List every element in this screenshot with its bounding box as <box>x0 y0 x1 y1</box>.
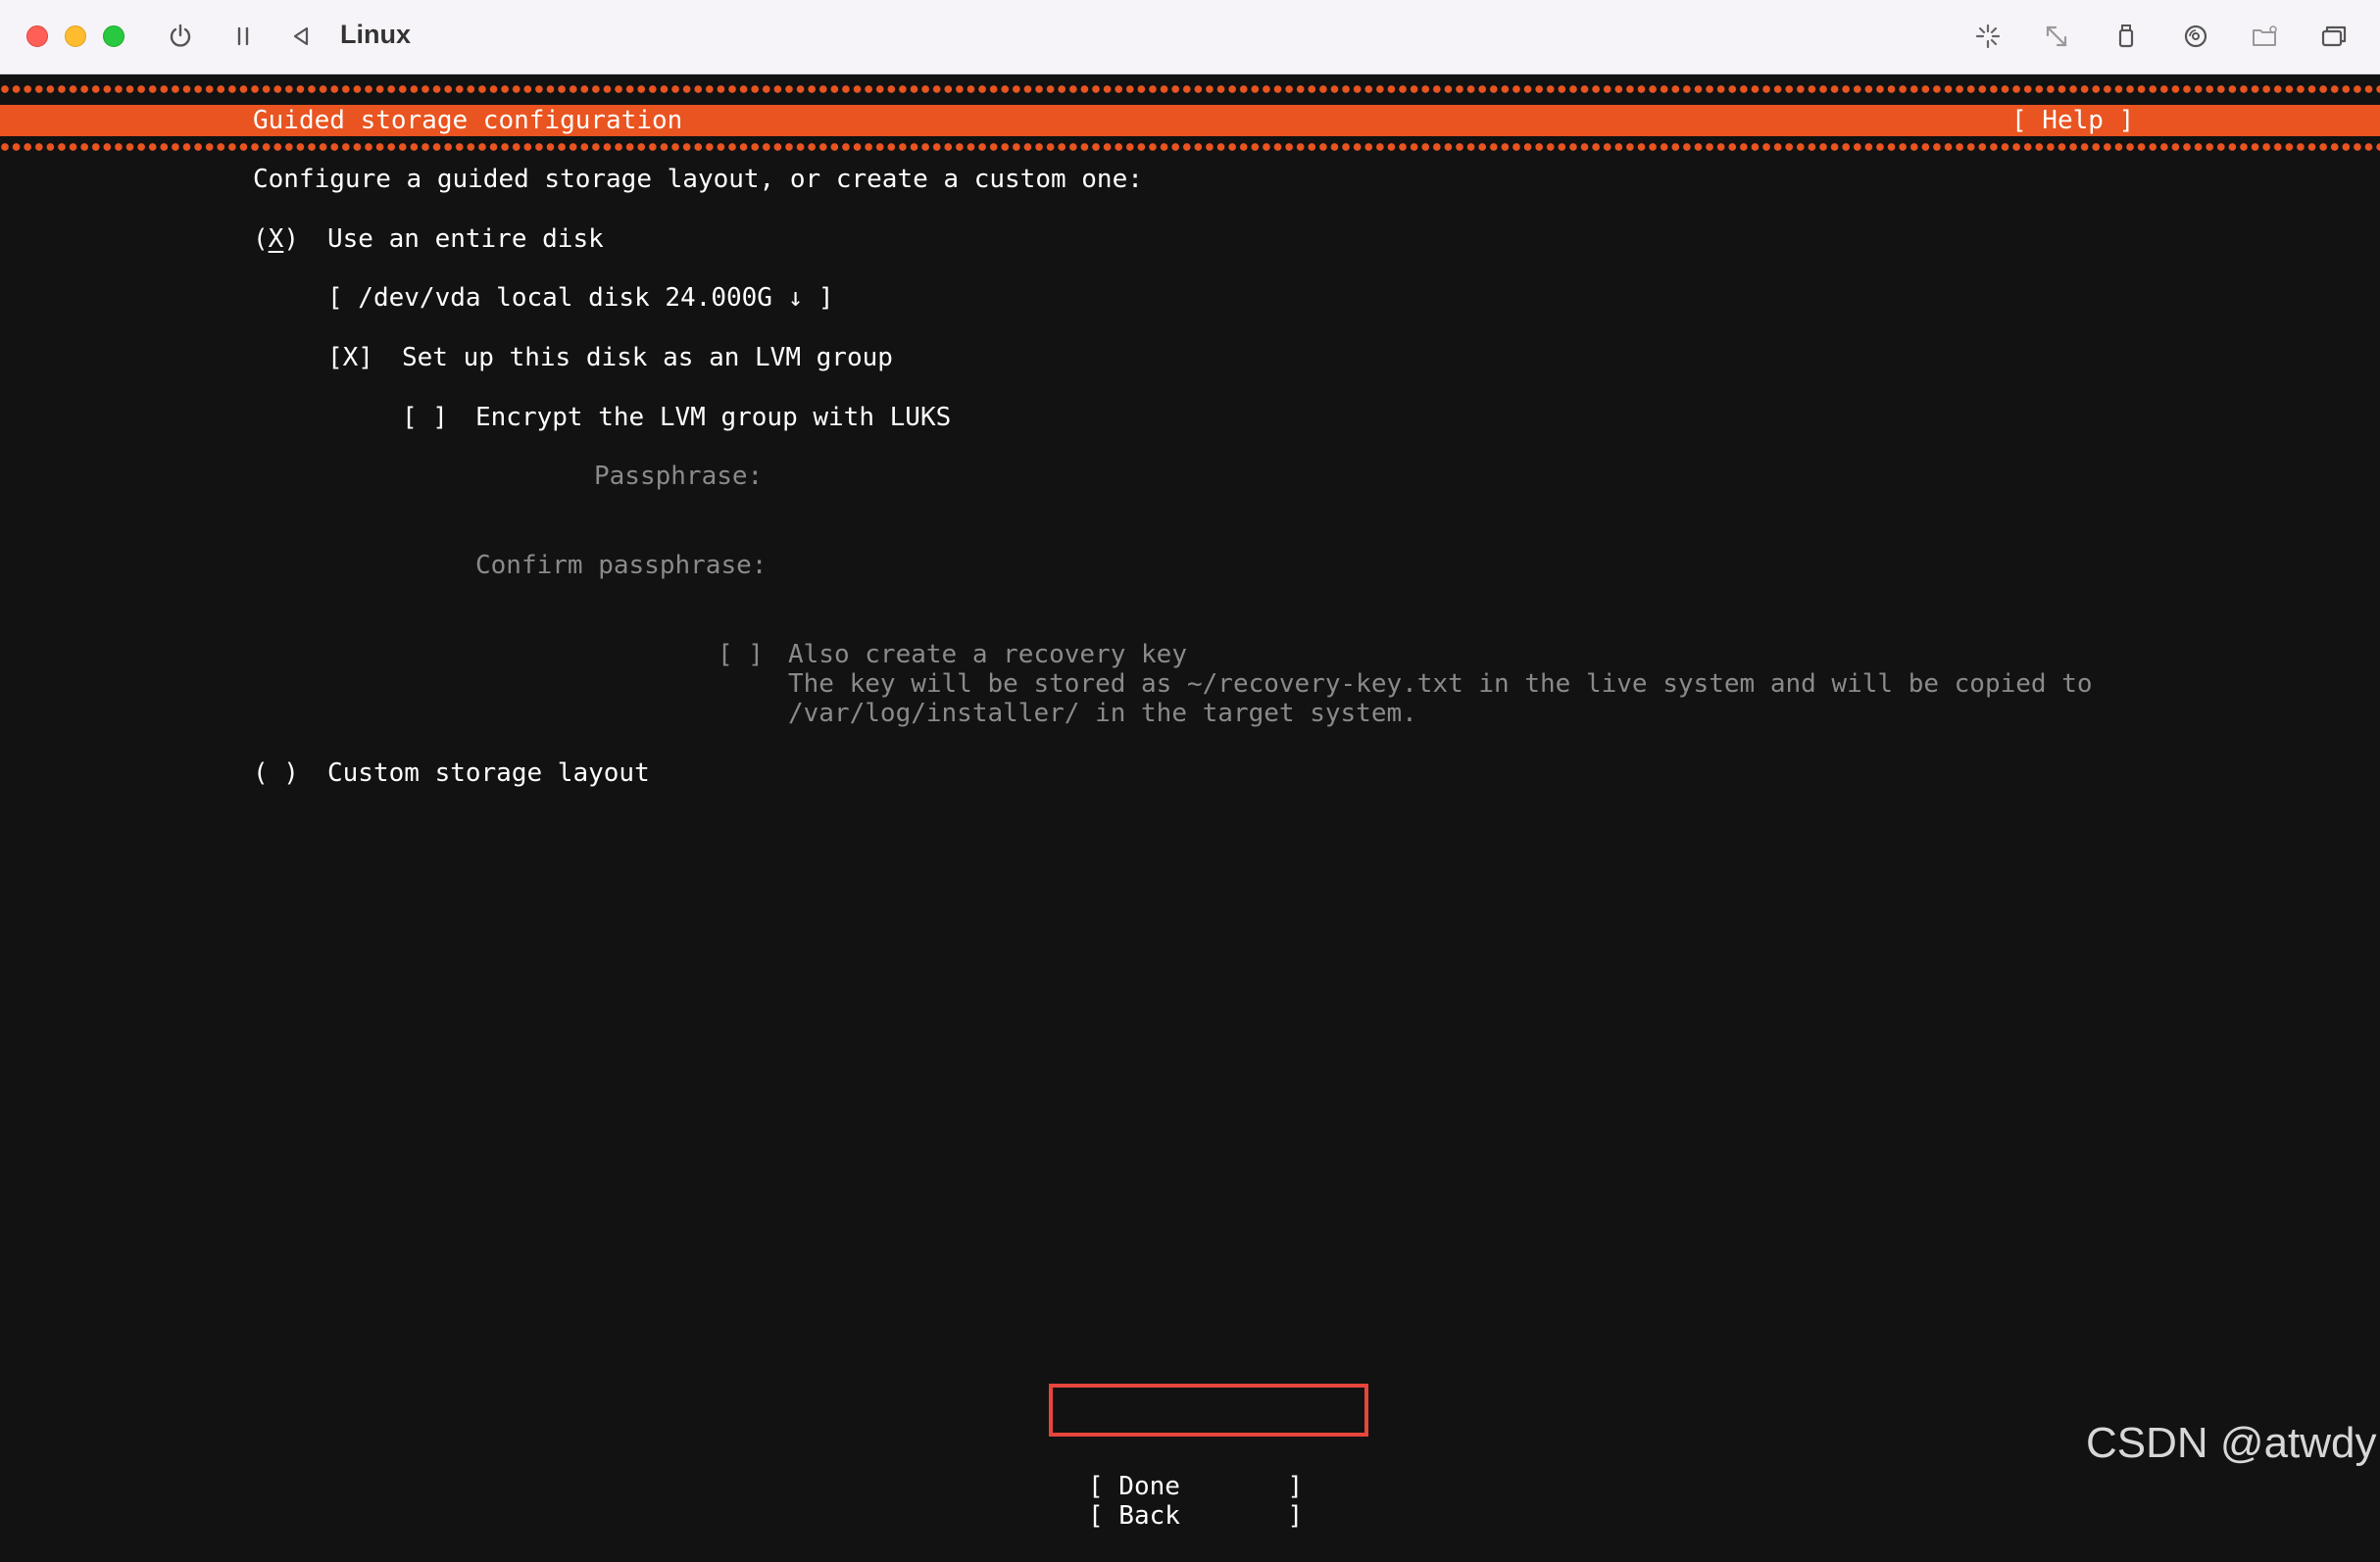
header-pattern-top <box>0 82 2380 96</box>
back-button[interactable]: [ Back ] <box>1088 1501 1303 1531</box>
luks-checkbox[interactable]: [ ] <box>402 403 448 432</box>
shared-folder-icon[interactable] <box>2246 18 2283 55</box>
minimize-window-button[interactable] <box>65 25 86 47</box>
recovery-key-label[interactable]: Also create a recovery key <box>788 640 1187 669</box>
window-title: Linux <box>340 20 411 49</box>
lvm-label[interactable]: Set up this disk as an LVM group <box>402 343 893 372</box>
recovery-key-description: The key will be stored as ~/recovery-key… <box>788 669 2093 699</box>
custom-layout-label[interactable]: Custom storage layout <box>327 758 650 788</box>
disk-select-dropdown[interactable]: [ /dev/vda local disk 24.000G ↓ ] <box>327 283 834 313</box>
header-pattern-bottom <box>0 140 2380 154</box>
recovery-key-checkbox[interactable]: [ ] <box>718 640 764 669</box>
passphrase-label: Passphrase: <box>594 462 764 491</box>
brightness-icon[interactable] <box>1969 18 2007 55</box>
windows-icon[interactable] <box>2315 18 2353 55</box>
zoom-window-button[interactable] <box>103 25 124 47</box>
watermark-text: CSDN @atwdy <box>2086 1419 2377 1467</box>
recovery-key-description-2: /var/log/installer/ in the target system… <box>788 699 1417 728</box>
custom-layout-radio[interactable]: ( ) <box>253 758 299 788</box>
entire-disk-label[interactable]: Use an entire disk <box>327 224 604 254</box>
lvm-checkbox[interactable]: [X] <box>327 343 373 372</box>
help-button[interactable]: [ Help ] <box>2011 107 2134 134</box>
radio-mark: X <box>268 224 284 254</box>
installer-header: Guided storage configuration [ Help ] <box>0 105 2380 136</box>
radio-open: ( <box>253 224 269 254</box>
screen-title: Guided storage configuration <box>253 106 683 135</box>
luks-label[interactable]: Encrypt the LVM group with LUKS <box>475 403 951 432</box>
intro-text: Configure a guided storage layout, or cr… <box>253 165 1143 194</box>
radio-close: ) <box>283 224 299 254</box>
confirm-passphrase-label: Confirm passphrase: <box>475 551 768 580</box>
disc-icon[interactable] <box>2177 18 2214 55</box>
vm-console[interactable]: Guided storage configuration [ Help ] Co… <box>0 74 2380 1562</box>
done-button[interactable]: [ Done ] <box>1088 1472 1303 1501</box>
highlight-box <box>1049 1384 1368 1437</box>
pause-icon[interactable] <box>224 18 262 55</box>
power-icon[interactable] <box>162 18 199 55</box>
usb-icon[interactable] <box>2107 18 2145 55</box>
close-window-button[interactable] <box>26 25 48 47</box>
entire-disk-radio[interactable]: (X) <box>253 224 299 254</box>
back-icon[interactable] <box>282 18 320 55</box>
resize-icon[interactable] <box>2038 18 2075 55</box>
window-titlebar: Linux <box>0 0 2380 74</box>
